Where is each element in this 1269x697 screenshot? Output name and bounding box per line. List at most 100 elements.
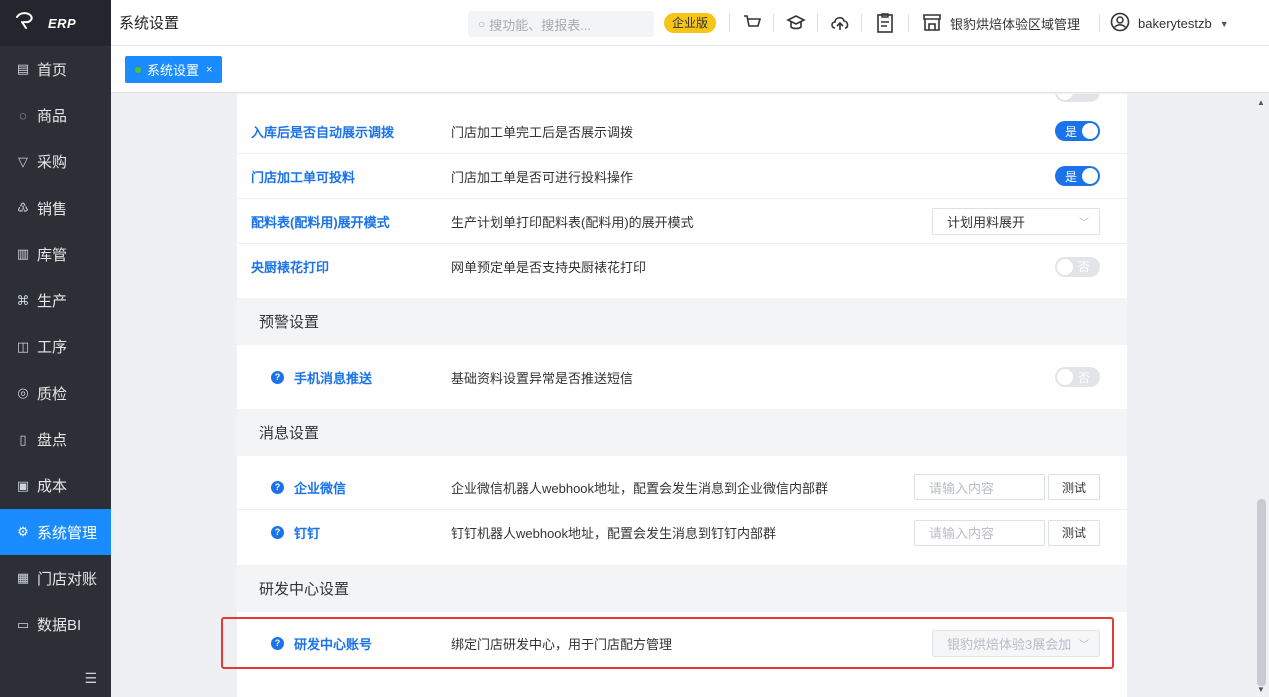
help-icon[interactable]: ?	[271, 526, 284, 539]
inventory-icon: ▥	[16, 246, 30, 262]
sidebar-item-label: 采购	[37, 154, 68, 172]
scrollbar-thumb[interactable]	[1257, 499, 1266, 686]
process-icon: ◫	[16, 338, 30, 354]
input-placeholder: 请输入内容	[929, 480, 995, 496]
collapse-menu-icon[interactable]: ☰	[84, 670, 97, 687]
wecom-webhook-input[interactable]: 请输入内容	[914, 474, 1045, 500]
logo-text: ERP	[48, 15, 77, 31]
graduation-cap-icon[interactable]	[783, 10, 809, 36]
setting-label[interactable]: 央厨裱花打印	[251, 257, 329, 276]
setting-desc: 生产计划单打印配料表(配料用)的展开模式	[451, 214, 694, 230]
chevron-down-icon: ﹀	[1079, 217, 1089, 229]
sidebar-item[interactable]: ◌ 商品	[0, 92, 111, 138]
cloud-upload-icon[interactable]	[827, 10, 853, 36]
sidebar-item[interactable]: ▥ 库管	[0, 231, 111, 277]
sidebar-item[interactable]: ▣ 成本	[0, 463, 111, 509]
help-icon[interactable]: ?	[271, 370, 284, 384]
sidebar-item[interactable]: ▯ 盘点	[0, 416, 111, 462]
store-selector[interactable]: 银豹烘焙体验区域管理	[922, 12, 1080, 35]
cart-icon[interactable]	[739, 10, 765, 36]
search-input[interactable]: ○ 搜功能、搜报表...	[468, 11, 654, 37]
toggle-switch[interactable]: 否	[1055, 367, 1100, 387]
home-icon: ▤	[16, 61, 30, 77]
store-icon	[922, 12, 942, 35]
setting-desc: 企业微信机器人webhook地址，配置会发生消息到企业微信内部群	[451, 480, 829, 496]
toggle-switch[interactable]: 否	[1055, 256, 1100, 277]
store-name: 银豹烘焙体验区域管理	[950, 17, 1081, 32]
help-icon[interactable]: ?	[271, 480, 284, 494]
chevron-down-icon: ▼	[1219, 18, 1229, 29]
toggle-switch[interactable]: 是	[1055, 121, 1100, 141]
header-divider	[1099, 14, 1100, 32]
sidebar-item-label: 系统管理	[37, 524, 98, 542]
sidebar-item-label: 生产	[37, 293, 68, 311]
logo[interactable]: ERP	[0, 0, 111, 46]
tab-bar: 系统设置 ×	[111, 46, 1269, 93]
setting-desc: 基础资料设置异常是否推送短信	[451, 370, 634, 386]
sidebar-item[interactable]: ⚙ 系统管理	[0, 508, 111, 556]
sidebar-item[interactable]: ▤ 首页	[0, 46, 111, 92]
sidebar-item[interactable]: ◫ 工序	[0, 324, 111, 370]
setting-label[interactable]: 企业微信	[294, 478, 346, 497]
sidebar-item[interactable]: ♳ 销售	[0, 185, 111, 231]
setting-label[interactable]: 手机消息推送	[294, 368, 372, 387]
select-value: 计划用料展开	[947, 214, 1026, 230]
setting-row: 入库后是否自动展示调拨 门店加工单完工后是否展示调拨 是	[237, 109, 1127, 154]
scrollbar[interactable]: ▲ ▼	[1254, 94, 1269, 697]
purchase-icon: ▽	[18, 153, 28, 169]
quality-icon: ◎	[17, 385, 29, 401]
search-icon: ○	[478, 17, 486, 31]
tab-label: 系统设置	[147, 63, 200, 78]
page-title: 系统设置	[119, 15, 180, 32]
setting-label[interactable]: 入库后是否自动展示调拨	[251, 122, 394, 141]
test-button[interactable]: 测试	[1048, 519, 1100, 546]
production-icon: ⌘	[16, 292, 30, 308]
sidebar-item-label: 门店对账	[37, 570, 98, 588]
edition-badge[interactable]: 企业版	[664, 13, 717, 33]
setting-label[interactable]: 配料表(配料用)展开模式	[251, 212, 390, 231]
test-button[interactable]: 测试	[1048, 474, 1100, 500]
tab-system-settings[interactable]: 系统设置 ×	[125, 56, 223, 83]
settings-panel: 入库后是否自动展示调拨 门店加工单完工后是否展示调拨 是 门店加工单可投料 门店…	[237, 94, 1127, 697]
setting-row: ? 企业微信 企业微信机器人webhook地址，配置会发生消息到企业微信内部群 …	[237, 465, 1127, 510]
sidebar-item-label: 成本	[37, 478, 68, 496]
header-divider	[817, 14, 818, 32]
toggle-switch[interactable]: 是	[1055, 166, 1100, 186]
sidebar-item-label: 商品	[37, 107, 68, 125]
setting-row: ? 手机消息推送 基础资料设置异常是否推送短信 否	[237, 354, 1127, 400]
setting-row: ? 钉钉 钉钉机器人webhook地址，配置会发生消息到钉钉内部群 请输入内容 …	[237, 510, 1127, 555]
bi-icon: ▭	[16, 616, 30, 632]
sidebar-item[interactable]: ◎ 质检	[0, 370, 111, 416]
goods-icon: ◌	[19, 107, 27, 123]
sidebar-item[interactable]: ▭ 数据BI	[0, 602, 111, 648]
section-header-rd: 研发中心设置	[237, 565, 1127, 612]
top-header: 系统设置 ○ 搜功能、搜报表... 企业版 银豹烘焙体验区域管理 bakeryt…	[111, 0, 1269, 46]
section-header-message: 消息设置	[237, 409, 1127, 456]
section-header-alert: 预警设置	[237, 298, 1127, 345]
sales-icon: ♳	[17, 200, 29, 216]
expand-mode-select[interactable]: 计划用料展开 ﹀	[932, 207, 1100, 235]
scroll-down-arrow-icon[interactable]: ▼	[1257, 685, 1265, 694]
clipboard-icon[interactable]	[872, 10, 898, 36]
setting-label[interactable]: 钉钉	[294, 523, 320, 542]
logo-icon	[14, 11, 36, 35]
user-menu[interactable]: bakerytestzb ▼	[1110, 12, 1229, 35]
sidebar-item-label: 工序	[37, 339, 68, 357]
sidebar-item-label: 质检	[37, 385, 68, 403]
header-divider	[729, 14, 730, 32]
toggle-switch[interactable]	[1055, 94, 1100, 102]
setting-row: 配料表(配料用)展开模式 生产计划单打印配料表(配料用)的展开模式 计划用料展开…	[237, 199, 1127, 244]
dingtalk-webhook-input[interactable]: 请输入内容	[914, 519, 1045, 546]
user-avatar-icon	[1110, 12, 1130, 35]
close-icon[interactable]: ×	[206, 64, 212, 76]
sidebar-item-label: 盘点	[37, 432, 68, 450]
search-placeholder: 搜功能、搜报表...	[489, 17, 592, 33]
sidebar-item[interactable]: ⌘ 生产	[0, 277, 111, 323]
header-divider	[773, 14, 774, 32]
sidebar-item[interactable]: ▽ 采购	[0, 139, 111, 185]
scroll-up-arrow-icon[interactable]: ▲	[1257, 98, 1265, 107]
cost-icon: ▣	[16, 477, 30, 493]
setting-label[interactable]: 门店加工单可投料	[251, 167, 355, 186]
sidebar-item[interactable]: ▦ 门店对账	[0, 555, 111, 601]
header-divider	[908, 14, 909, 32]
